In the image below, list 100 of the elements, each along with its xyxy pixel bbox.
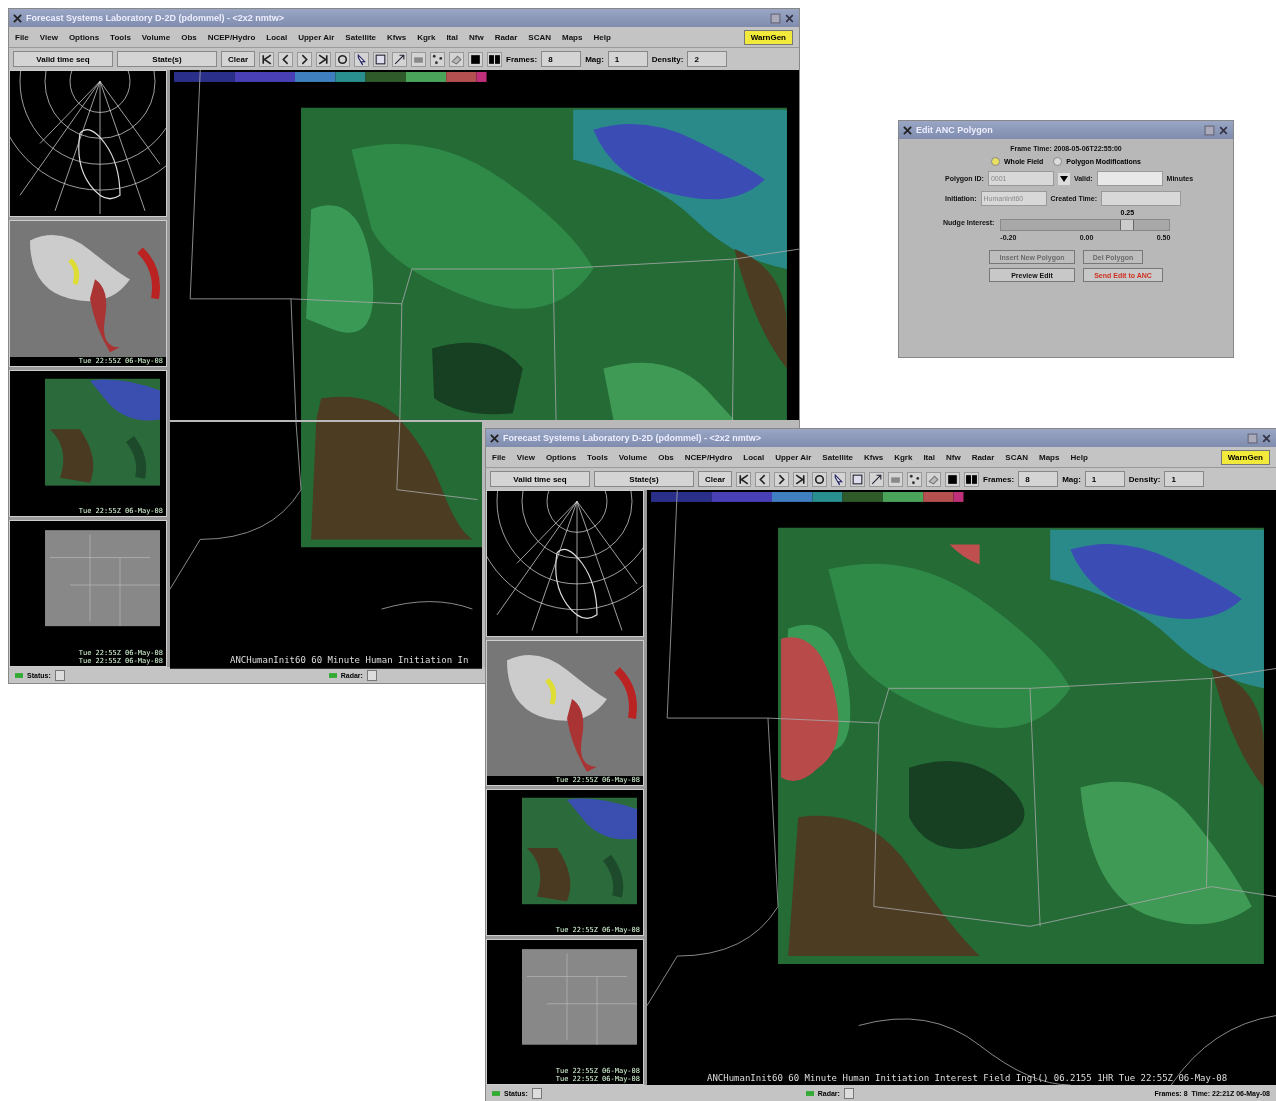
state-dropdown[interactable]: State(s) [594,471,694,487]
valid-field[interactable] [1096,171,1163,186]
menu-item[interactable]: Tools [110,32,131,42]
zoom-icon[interactable] [850,471,865,487]
mag-label: Mag: [1062,474,1081,484]
last-frame-icon[interactable] [793,471,808,487]
menu-item[interactable]: Maps [562,32,583,42]
menu-item[interactable]: Nfw [945,452,961,462]
density-dropdown[interactable]: 1 [1164,471,1205,487]
close-icon[interactable] [784,12,795,24]
two-panel-icon[interactable] [964,471,979,487]
mag-label: Mag: [585,54,604,64]
fill-square-icon[interactable] [468,51,483,67]
state-dropdown[interactable]: State(s) [117,51,217,67]
time-mode-dropdown[interactable]: Valid time seq [13,51,113,67]
menu-item[interactable]: Volume [618,452,648,462]
density-label: Density: [1128,474,1161,484]
first-frame-icon[interactable] [259,51,274,67]
frames-dropdown[interactable]: 8 [1018,471,1059,487]
window-title: Forecast Systems Laboratory D-2D (pdommel) - <2x2 nmtw> [26,13,285,23]
map-caption: ANCHumanInit60 60 Minute Human Initiation In [230,655,469,665]
created-time-field[interactable] [1101,191,1182,206]
menu-item[interactable]: NCEP/Hydro [207,32,256,42]
menu-item[interactable]: Nfw [468,32,484,42]
mag-dropdown[interactable]: 1 [1084,471,1125,487]
dialog-title: Edit ANC Polygon [916,125,993,135]
warngen-button[interactable]: WarnGen [743,29,793,45]
two-panel-icon[interactable] [487,51,502,67]
dots-icon[interactable] [907,471,922,487]
menu-item[interactable]: NCEP/Hydro [684,452,733,462]
status-light-icon [328,672,337,678]
menu-item[interactable]: Obs [658,452,674,462]
weather-map-drawing[interactable] [170,70,799,421]
next-frame-icon[interactable] [297,51,312,67]
menu-item[interactable]: Kgrk [894,452,913,462]
menu-item[interactable]: Upper Air [298,32,335,42]
menu-item[interactable]: Upper Air [775,452,812,462]
menu-item[interactable]: Ital [446,32,458,42]
status-field [366,669,377,681]
loop-icon[interactable] [812,471,827,487]
menu-item[interactable]: Kgrk [417,32,436,42]
menu-item[interactable]: View [39,32,58,42]
x-logo-icon [490,433,499,443]
menu-item[interactable]: Kfws [387,32,407,42]
menu-item[interactable]: Options [68,32,100,42]
menu-item[interactable]: Local [743,452,765,462]
map-caption: ANCHumanInit60 60 Minute Human Initiation Interest Field Ingl() 06.2155 1HR Tue 22:55Z 06-May-08 [707,1073,1228,1083]
next-frame-icon[interactable] [774,471,789,487]
pan-icon[interactable] [869,471,884,487]
frames-label: Frames: [506,54,538,64]
menu-item[interactable]: Local [266,32,288,42]
menu-item[interactable]: Tools [587,452,608,462]
previous-frame-icon[interactable] [755,471,770,487]
density-label: Density: [651,54,684,64]
menu-item[interactable]: Radar [971,452,995,462]
loop-icon[interactable] [335,51,350,67]
close-icon[interactable] [1218,124,1229,136]
menu-item[interactable]: Radar [494,32,518,42]
dropdown-icon[interactable] [1057,172,1070,185]
menu-item[interactable]: File [492,452,506,462]
clear-button[interactable]: Clear [698,471,732,487]
x-logo-icon [13,13,22,23]
menu-item[interactable]: SCAN [528,32,551,42]
previous-frame-icon[interactable] [278,51,293,67]
menu-item[interactable]: Kfws [864,452,884,462]
fill-square-icon[interactable] [945,471,960,487]
menu-item[interactable]: Satellite [345,32,377,42]
mag-dropdown[interactable]: 1 [607,51,648,67]
pointer-icon[interactable] [831,471,846,487]
weather-map-drawing[interactable] [647,490,1276,1085]
status-field [54,669,65,681]
status-light-icon [492,1090,500,1096]
menu-item[interactable]: Help [1070,452,1088,462]
menu-item[interactable]: Ital [923,452,935,462]
menu-item[interactable]: Options [545,452,577,462]
close-icon[interactable] [1261,432,1272,444]
first-frame-icon[interactable] [736,471,751,487]
warngen-button[interactable]: WarnGen [1220,449,1270,465]
last-frame-icon[interactable] [316,51,331,67]
pointer-icon[interactable] [354,51,369,67]
slider-thumb[interactable] [1120,220,1135,230]
x-logo-icon [903,125,912,135]
clear-button[interactable]: Clear [221,51,255,67]
dots-icon[interactable] [430,51,445,67]
menu-item[interactable]: Obs [181,32,197,42]
status-light-icon [805,1090,814,1096]
density-dropdown[interactable]: 2 [687,51,728,67]
menu-item[interactable]: SCAN [1005,452,1028,462]
menu-item[interactable]: Satellite [822,452,854,462]
window-title: Forecast Systems Laboratory D-2D (pdommel) - <2x2 nmtw> [503,433,762,443]
pan-icon[interactable] [392,51,407,67]
menu-item[interactable]: Help [593,32,611,42]
menu-item[interactable]: File [15,32,29,42]
frames-dropdown[interactable]: 8 [541,51,582,67]
menu-item[interactable]: Volume [141,32,171,42]
status-field [531,1087,542,1099]
menu-item[interactable]: View [516,452,535,462]
time-mode-dropdown[interactable]: Valid time seq [490,471,590,487]
zoom-icon[interactable] [373,51,388,67]
menu-item[interactable]: Maps [1039,452,1060,462]
